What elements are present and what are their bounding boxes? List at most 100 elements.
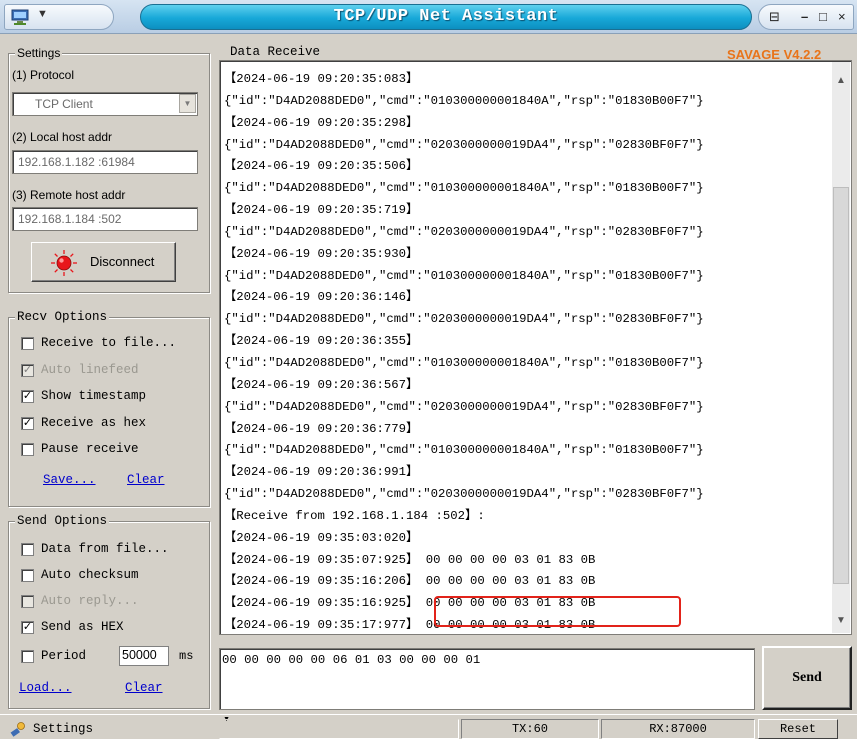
checkbox-row[interactable]: Auto checksum	[21, 568, 207, 584]
receive-line: {"id":"D4AD2088DED0","cmd":"010300000001…	[224, 268, 704, 283]
period-value: 50000	[122, 648, 157, 662]
chevron-down-icon[interactable]: ▼	[179, 94, 196, 113]
receive-line: {"id":"D4AD2088DED0","cmd":"020300000001…	[224, 399, 704, 414]
data-receive-legend: Data Receive	[228, 45, 323, 59]
disconnect-label: Disconnect	[90, 254, 155, 269]
recv-clear-link[interactable]: Clear	[127, 473, 165, 487]
settings-legend: Settings	[15, 46, 63, 60]
tx-counter: TX:60	[461, 719, 599, 739]
settings-group: Settings (1) Protocol TCP Client ▼ (2) L…	[8, 46, 210, 293]
reset-button[interactable]: Reset	[758, 719, 838, 739]
checkbox-label: Auto checksum	[41, 568, 139, 582]
checkbox[interactable]	[21, 569, 34, 582]
connection-indicator-icon	[51, 250, 77, 276]
checkbox[interactable]	[21, 543, 34, 556]
status-panel-empty	[219, 719, 459, 739]
receive-line: {"id":"D4AD2088DED0","cmd":"020300000001…	[224, 312, 704, 327]
receive-line: 【2024-06-19 09:35:03:020】	[224, 530, 419, 545]
checkbox-label: Receive to file...	[41, 336, 177, 350]
checkbox[interactable]	[21, 443, 34, 456]
receive-line: {"id":"D4AD2088DED0","cmd":"020300000001…	[224, 487, 704, 502]
disconnect-button[interactable]: Disconnect	[31, 242, 176, 282]
receive-area[interactable]: 【2024-06-19 09:20:35:083】 {"id":"D4AD2088…	[219, 60, 852, 635]
pin-icon[interactable]: ⊟	[769, 9, 780, 25]
receive-line: 【2024-06-19 09:35:07:925】 00 00 00 00 03…	[224, 552, 596, 567]
scroll-down-icon[interactable]: ▼	[836, 615, 846, 626]
checkbox-row[interactable]: Pause receive	[21, 442, 207, 458]
checkbox-row: ✓ Auto linefeed	[21, 363, 207, 379]
receive-line: {"id":"D4AD2088DED0","cmd":"010300000001…	[224, 93, 704, 108]
checkbox-label: Send as HEX	[41, 620, 124, 634]
period-label: Period	[41, 649, 87, 663]
receive-line: 【2024-06-19 09:20:35:083】	[224, 72, 419, 86]
checkbox[interactable]: ✓	[21, 621, 34, 634]
receive-line: 【2024-06-19 09:20:36:991】	[224, 465, 419, 480]
protocol-select[interactable]: TCP Client ▼	[12, 92, 198, 116]
send-clear-link[interactable]: Clear	[125, 681, 163, 695]
remote-host-label: (3) Remote host addr	[12, 188, 126, 202]
system-menu-button[interactable]: ▼	[4, 4, 114, 30]
window-title: TCP/UDP Net Assistant	[140, 4, 752, 30]
receive-line: 【2024-06-19 09:20:36:779】	[224, 421, 419, 436]
status-bar: Settings ▲ TX:60 RX:87000 Reset	[0, 714, 857, 739]
receive-line: {"id":"D4AD2088DED0","cmd":"020300000001…	[224, 137, 704, 152]
receive-line: 【2024-06-19 09:20:35:719】	[224, 203, 419, 218]
scroll-thumb[interactable]	[833, 187, 849, 584]
receive-line: 【2024-06-19 09:20:36:355】	[224, 334, 419, 349]
remote-host-field[interactable]: 192.168.1.184 :502	[12, 207, 198, 231]
status-settings-label[interactable]: Settings	[33, 722, 93, 736]
checkbox-row[interactable]: ✓ Receive as hex	[21, 416, 207, 432]
load-link[interactable]: Load...	[19, 681, 72, 695]
send-button-label: Send	[792, 670, 822, 685]
minimize-icon[interactable]: –	[801, 9, 808, 24]
send-input[interactable]: 00 00 00 00 00 06 01 03 00 00 00 01	[219, 648, 755, 710]
receive-line: {"id":"D4AD2088DED0","cmd":"010300000001…	[224, 443, 704, 458]
receive-line: {"id":"D4AD2088DED0","cmd":"010300000001…	[224, 181, 704, 196]
checkbox-label: Receive as hex	[41, 415, 147, 430]
period-unit: ms	[179, 649, 194, 663]
window-controls: ⊟ – □ ×	[758, 4, 854, 30]
receive-scrollbar[interactable]: ▲ ▼	[832, 62, 850, 633]
receive-line: 【2024-06-19 09:20:35:930】	[224, 246, 419, 261]
checkbox-row[interactable]: Receive to file...	[21, 336, 207, 352]
protocol-value: TCP Client	[35, 97, 93, 111]
scroll-up-icon[interactable]: ▲	[836, 75, 846, 86]
checkbox-row[interactable]: ✓ Show timestamp	[21, 389, 207, 405]
maximize-icon[interactable]: □	[819, 9, 827, 24]
recv-options-group: Recv Options Receive to file... ✓ Auto lin…	[8, 310, 210, 507]
checkbox-label: Pause receive	[41, 442, 139, 456]
recv-options-legend: Recv Options	[15, 310, 110, 324]
receive-log: 【2024-06-19 09:20:35:083】 {"id":"D4AD2088…	[224, 69, 830, 637]
checkbox-row[interactable]: ✓ Send as HEX	[21, 620, 207, 636]
checkbox-row[interactable]: Data from file...	[21, 542, 207, 558]
highlight-box	[434, 596, 681, 627]
title-bar: ▼ TCP/UDP Net Assistant ⊟ – □ ×	[0, 0, 857, 34]
rx-counter: RX:87000	[601, 719, 755, 739]
checkbox-label: Show timestamp	[41, 389, 147, 403]
settings-wrench-icon[interactable]	[10, 721, 26, 737]
receive-line: 【Receive from 192.168.1.184 :502】:	[224, 508, 485, 523]
save-link[interactable]: Save...	[43, 473, 96, 487]
checkbox-label: Auto linefeed	[41, 362, 139, 377]
receive-line: 【2024-06-19 09:20:35:506】	[224, 159, 419, 174]
checkbox-label: Auto reply...	[41, 594, 139, 608]
chevron-down-icon[interactable]: ▼	[37, 8, 48, 20]
receive-line: 【2024-06-19 09:20:36:567】	[224, 377, 419, 392]
local-host-field[interactable]: 192.168.1.182 :61984	[12, 150, 198, 174]
checkbox[interactable]: ✓	[21, 390, 34, 403]
close-icon[interactable]: ×	[838, 9, 846, 24]
period-input[interactable]: 50000	[119, 646, 169, 666]
remote-host-value: 192.168.1.184 :502	[18, 212, 122, 226]
period-checkbox[interactable]	[21, 650, 34, 663]
checkbox-label: Data from file...	[41, 542, 169, 556]
receive-line: 【2024-06-19 09:35:16:206】 00 00 00 00 03…	[224, 574, 596, 589]
send-options-group: Send Options Data from file... Auto check…	[8, 514, 210, 709]
checkbox[interactable]: ✓	[21, 416, 34, 430]
receive-line: {"id":"D4AD2088DED0","cmd":"020300000001…	[224, 224, 704, 239]
checkbox	[21, 595, 34, 608]
local-host-label: (2) Local host addr	[12, 130, 113, 144]
checkbox[interactable]	[21, 337, 34, 350]
send-options-legend: Send Options	[15, 514, 110, 528]
send-button[interactable]: Send	[762, 646, 852, 710]
checkbox-row: Auto reply...	[21, 594, 207, 610]
